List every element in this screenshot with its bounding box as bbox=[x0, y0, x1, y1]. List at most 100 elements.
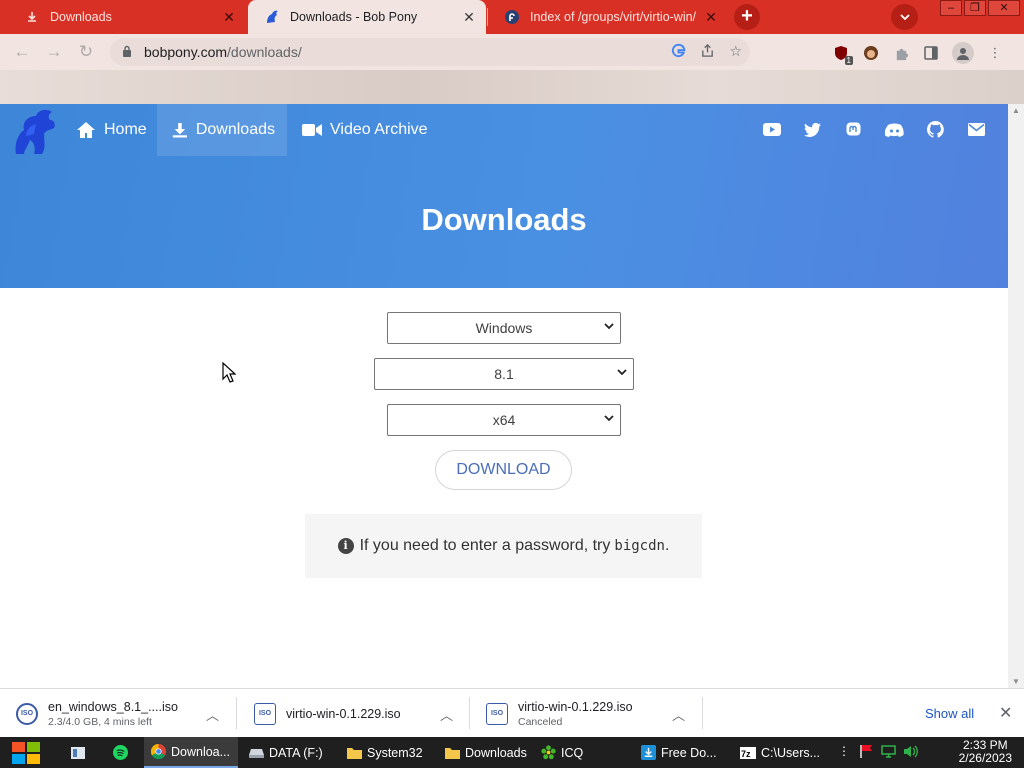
download-manager-icon bbox=[640, 745, 656, 761]
ublock-extension-icon[interactable]: 1 bbox=[832, 44, 853, 65]
window-controls: – ❐ ✕ bbox=[940, 0, 1020, 16]
taskbar-system32[interactable]: System32 bbox=[340, 737, 434, 768]
browser-menu-icon[interactable]: ⋮ bbox=[986, 44, 1004, 62]
arch-select[interactable]: x64 bbox=[387, 404, 621, 436]
folder-icon bbox=[444, 745, 460, 761]
taskbar-free-download[interactable]: Free Do... bbox=[634, 737, 730, 768]
close-icon[interactable]: ✕ bbox=[999, 703, 1012, 723]
task-label: ICQ bbox=[561, 745, 584, 760]
taskbar-chrome[interactable]: Downloa... bbox=[144, 737, 238, 768]
chevron-down-icon bbox=[617, 367, 627, 379]
icq-flower-icon bbox=[540, 745, 556, 761]
tab-virtio-index[interactable]: Index of /groups/virt/virtio-win/ ✕ bbox=[488, 0, 728, 34]
back-button[interactable]: ← bbox=[6, 42, 38, 62]
download-button[interactable]: DOWNLOAD bbox=[435, 450, 572, 490]
taskbar-icq[interactable]: ICQ bbox=[534, 737, 630, 768]
chevron-up-icon[interactable]: ︿ bbox=[206, 705, 219, 724]
tab-downloads[interactable]: Downloads ✕ bbox=[8, 0, 246, 34]
tab-close-icon[interactable]: ✕ bbox=[702, 9, 720, 26]
url-host: bobpony.com bbox=[144, 44, 228, 60]
volume-icon[interactable] bbox=[902, 743, 918, 759]
svg-text:7z: 7z bbox=[741, 749, 751, 759]
task-label: DATA (F:) bbox=[269, 745, 323, 760]
discord-icon[interactable] bbox=[885, 120, 904, 139]
profile-avatar-icon[interactable] bbox=[952, 42, 974, 64]
nav-downloads[interactable]: Downloads bbox=[157, 104, 287, 156]
task-label: System32 bbox=[367, 745, 423, 760]
address-bar[interactable]: bobpony.com/downloads/ ☆ bbox=[110, 38, 750, 66]
url-text: bobpony.com/downloads/ bbox=[144, 44, 302, 60]
network-icon[interactable] bbox=[880, 743, 896, 759]
task-label: Free Do... bbox=[661, 745, 717, 760]
show-all-link[interactable]: Show all bbox=[925, 706, 974, 721]
email-icon[interactable] bbox=[967, 120, 986, 139]
version-select[interactable]: 8.1 bbox=[374, 358, 634, 390]
chrome-icon bbox=[150, 744, 166, 760]
bookmark-star-icon[interactable]: ☆ bbox=[729, 43, 742, 61]
show-desktop-icon[interactable] bbox=[64, 737, 94, 768]
bobpony-logo[interactable] bbox=[12, 108, 60, 156]
tab-strip: Downloads ✕ Downloads - Bob Pony ✕ Index… bbox=[0, 0, 1024, 34]
spotify-icon[interactable] bbox=[106, 737, 136, 768]
download-item[interactable]: ISO virtio-win-0.1.229.iso Canceled ︿ bbox=[486, 689, 686, 738]
os-select[interactable]: Windows bbox=[387, 312, 621, 344]
forward-button[interactable]: → bbox=[38, 42, 70, 62]
scroll-down-icon[interactable]: ▼ bbox=[1012, 677, 1020, 686]
info-icon: i bbox=[337, 538, 354, 554]
youtube-icon[interactable] bbox=[762, 120, 781, 139]
twitter-icon[interactable] bbox=[803, 120, 822, 139]
taskbar-7zip[interactable]: 7z C:\Users... bbox=[734, 737, 830, 768]
note-end: . bbox=[664, 537, 670, 554]
overflow-icon[interactable]: ⋮ bbox=[836, 743, 852, 759]
new-tab-button[interactable]: + bbox=[734, 4, 760, 30]
reload-button[interactable]: ↻ bbox=[70, 42, 102, 62]
restore-button[interactable]: ❐ bbox=[964, 0, 986, 16]
tab-title: Downloads - Bob Pony bbox=[290, 10, 418, 24]
download-item[interactable]: ISO virtio-win-0.1.229.iso ︿ bbox=[254, 689, 454, 738]
download-item[interactable]: ISO en_windows_8.1_....iso 2.3/4.0 GB, 4… bbox=[16, 689, 228, 738]
password-note: i If you need to enter a password, try b… bbox=[305, 514, 702, 578]
github-icon[interactable] bbox=[926, 120, 945, 139]
tab-bobpony[interactable]: Downloads - Bob Pony ✕ bbox=[248, 0, 486, 34]
shelf-divider bbox=[236, 697, 237, 729]
chevron-up-icon[interactable]: ︿ bbox=[440, 705, 453, 724]
drive-icon bbox=[248, 745, 264, 761]
share-icon[interactable] bbox=[700, 43, 715, 61]
minimize-button[interactable]: – bbox=[940, 0, 962, 16]
taskbar-downloads-folder[interactable]: Downloads bbox=[438, 737, 530, 768]
side-panel-icon[interactable] bbox=[922, 44, 940, 62]
profile-extension-icon[interactable] bbox=[862, 44, 880, 62]
arch-select-value: x64 bbox=[492, 412, 516, 428]
page-scrollbar[interactable]: ▲ ▼ bbox=[1008, 104, 1024, 688]
clock-date: 2/26/2023 bbox=[958, 751, 1012, 765]
scroll-up-icon[interactable]: ▲ bbox=[1012, 106, 1020, 115]
task-label: Downloa... bbox=[171, 744, 231, 759]
note-text: If you need to enter a password, try bbox=[359, 537, 611, 554]
close-window-button[interactable]: ✕ bbox=[988, 0, 1020, 16]
mastodon-icon[interactable] bbox=[844, 120, 863, 139]
toolbar-theme-banner bbox=[0, 70, 1024, 104]
flag-icon[interactable] bbox=[858, 743, 874, 759]
tab-close-icon[interactable]: ✕ bbox=[220, 9, 238, 26]
iso-file-icon: ISO bbox=[254, 702, 276, 725]
task-label: Downloads bbox=[465, 745, 527, 760]
download-status: 2.3/4.0 GB, 4 mins left bbox=[48, 715, 152, 728]
extensions-area: 1 ⋮ bbox=[832, 42, 1004, 65]
system-clock[interactable]: 2:33 PM 2/26/2023 bbox=[959, 739, 1012, 765]
chevron-up-icon[interactable]: ︿ bbox=[672, 705, 685, 724]
chevron-down-icon bbox=[604, 321, 614, 333]
nav-video-archive[interactable]: Video Archive bbox=[302, 104, 440, 156]
nav-home-label: Home bbox=[104, 121, 147, 138]
tab-search-button[interactable] bbox=[891, 4, 918, 30]
google-lens-icon[interactable] bbox=[671, 43, 686, 61]
nav-home[interactable]: Home bbox=[76, 104, 159, 156]
bobpony-favicon-icon bbox=[264, 9, 280, 25]
tab-title: Index of /groups/virt/virtio-win/ bbox=[530, 10, 697, 24]
task-label: C:\Users... bbox=[761, 745, 821, 760]
start-button[interactable] bbox=[10, 741, 42, 765]
extensions-puzzle-icon[interactable] bbox=[892, 44, 910, 62]
taskbar-data-drive[interactable]: DATA (F:) bbox=[242, 737, 338, 768]
extension-badge: 1 bbox=[844, 56, 853, 65]
tab-close-icon[interactable]: ✕ bbox=[460, 9, 478, 26]
mouse-cursor-icon bbox=[222, 362, 236, 383]
